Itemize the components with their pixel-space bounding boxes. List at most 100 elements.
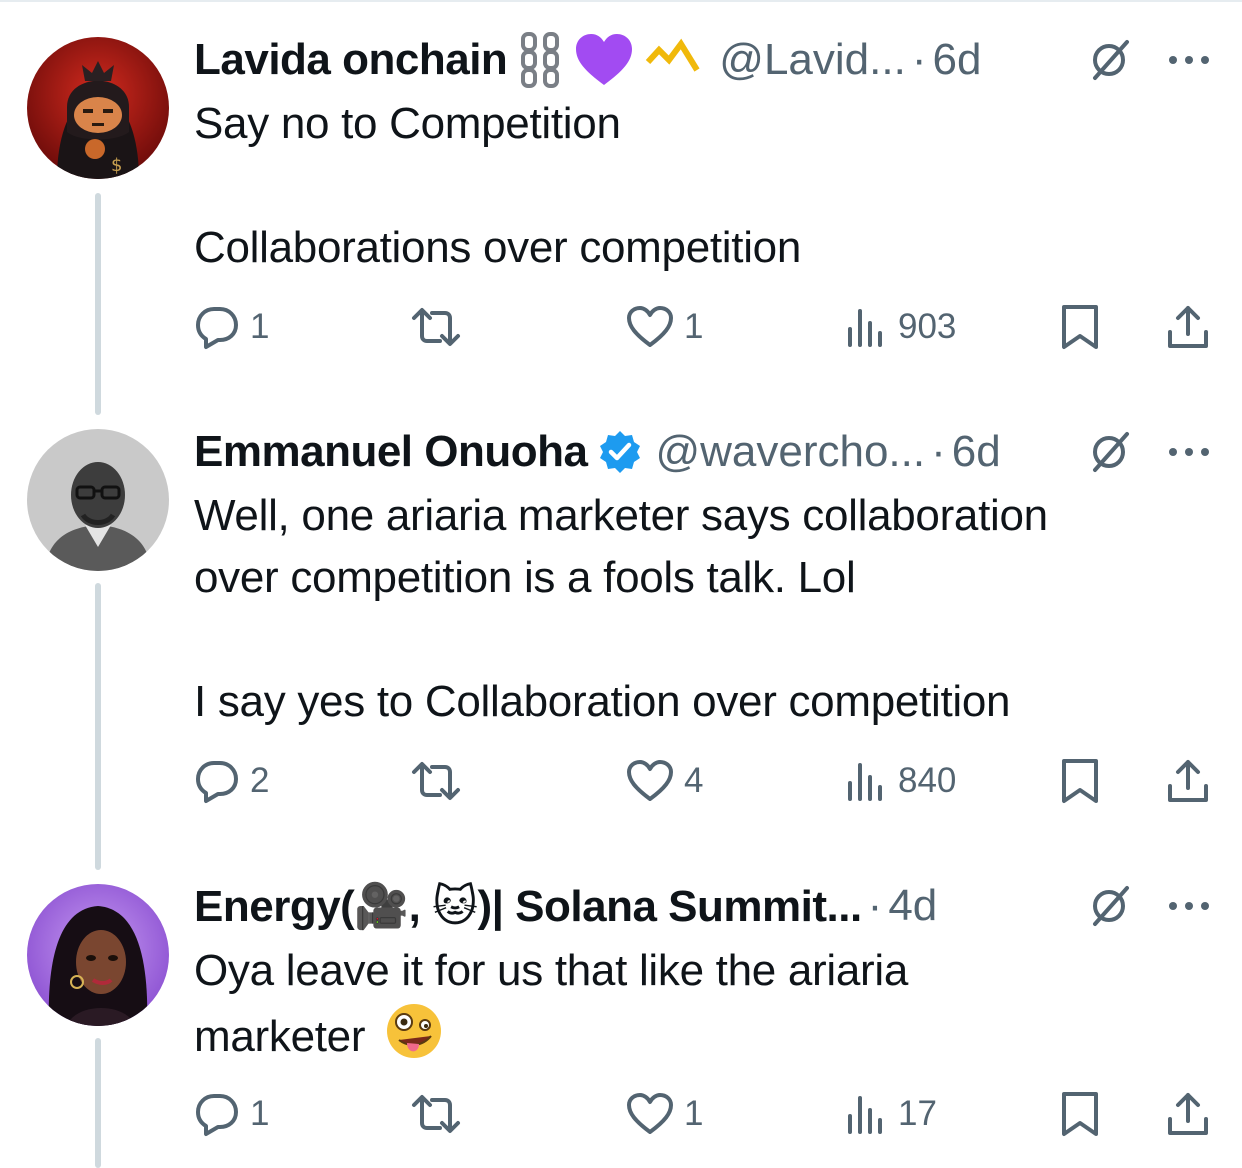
text-line-2: marketer bbox=[194, 1012, 366, 1062]
reply-button[interactable]: 1 bbox=[194, 1086, 269, 1142]
more-icon[interactable] bbox=[1165, 428, 1213, 476]
handle[interactable]: @wavercho... bbox=[655, 427, 925, 477]
purple-heart-emoji bbox=[575, 33, 633, 87]
share-button[interactable] bbox=[1166, 753, 1210, 809]
views-icon bbox=[848, 763, 882, 801]
bookmark-icon bbox=[1062, 305, 1098, 349]
reply-count: 1 bbox=[250, 307, 270, 346]
thread-line bbox=[95, 193, 101, 415]
timestamp[interactable]: 6d bbox=[952, 427, 1001, 477]
avatar-image bbox=[27, 884, 169, 1026]
views-icon bbox=[848, 309, 882, 347]
repost-icon bbox=[412, 762, 460, 800]
like-button[interactable]: 1 bbox=[626, 1086, 703, 1142]
text-line: I say yes to Collaboration over competit… bbox=[194, 677, 1011, 726]
text-line: over competition is a fools talk. Lol bbox=[194, 553, 856, 602]
reply-count: 2 bbox=[250, 761, 270, 800]
views-button[interactable]: 17 bbox=[844, 1086, 937, 1142]
views-button[interactable]: 903 bbox=[844, 299, 956, 355]
display-name[interactable]: Energy(🎥, 🐱)| Solana Summit... bbox=[194, 880, 862, 932]
view-count: 17 bbox=[898, 1094, 937, 1133]
name-prefix: Energy( bbox=[194, 882, 355, 931]
svg-text:$: $ bbox=[111, 155, 122, 176]
action-bar: 1 1 17 bbox=[194, 1086, 1214, 1142]
text-line: Say no to Competition bbox=[194, 99, 621, 148]
tweet-text: Oya leave it for us that like the ariari… bbox=[194, 940, 1202, 1077]
tweet-header: Energy(🎥, 🐱)| Solana Summit... · 4d bbox=[194, 876, 1222, 936]
reply-icon bbox=[196, 1094, 238, 1136]
like-count: 1 bbox=[684, 1094, 704, 1133]
share-icon bbox=[1168, 306, 1208, 348]
views-button[interactable]: 840 bbox=[844, 753, 956, 809]
bookmark-icon bbox=[1062, 1092, 1098, 1136]
avatar-image bbox=[27, 429, 169, 571]
video-camera-emoji: 🎥 bbox=[354, 881, 409, 932]
verified-icon bbox=[597, 429, 643, 475]
bookmark-button[interactable] bbox=[1060, 299, 1100, 355]
separator-dot: · bbox=[931, 427, 946, 476]
handle[interactable]: @Lavid... bbox=[719, 35, 906, 85]
display-name[interactable]: Lavida onchain bbox=[194, 35, 508, 85]
separator-dot: · bbox=[867, 881, 883, 930]
reply-button[interactable]: 1 bbox=[194, 299, 269, 355]
bookmark-button[interactable] bbox=[1060, 753, 1100, 809]
zany-face-emoji bbox=[385, 1002, 443, 1077]
like-count: 4 bbox=[684, 761, 704, 800]
chain-emoji bbox=[519, 32, 563, 88]
avatar-energy[interactable] bbox=[27, 884, 169, 1026]
thread-line bbox=[95, 583, 101, 870]
tweet-text: Well, one ariaria marketer says collabor… bbox=[194, 485, 1202, 733]
text-line: Collaborations over competition bbox=[194, 223, 802, 272]
bookmark-icon bbox=[1062, 759, 1098, 803]
repost-icon bbox=[412, 308, 460, 346]
timestamp[interactable]: 4d bbox=[888, 881, 937, 931]
like-count: 1 bbox=[684, 307, 704, 346]
reply-count: 1 bbox=[250, 1094, 270, 1133]
tweet-2[interactable]: Emmanuel Onuoha @wavercho... · 6d Well, … bbox=[0, 415, 1242, 870]
reply-icon bbox=[196, 761, 238, 803]
share-icon bbox=[1168, 760, 1208, 802]
grok-icon[interactable] bbox=[1085, 36, 1133, 84]
avatar-lavida[interactable]: $ bbox=[27, 37, 169, 179]
like-button[interactable]: 1 bbox=[626, 299, 703, 355]
view-count: 903 bbox=[898, 307, 957, 346]
reply-button[interactable]: 2 bbox=[194, 753, 269, 809]
grok-icon[interactable] bbox=[1085, 428, 1133, 476]
repost-button[interactable] bbox=[410, 1086, 462, 1142]
share-button[interactable] bbox=[1166, 299, 1210, 355]
text-line: marketer bbox=[194, 1002, 1202, 1077]
view-count: 840 bbox=[898, 761, 957, 800]
share-button[interactable] bbox=[1166, 1086, 1210, 1142]
avatar-image: $ bbox=[27, 37, 169, 179]
bookmark-button[interactable] bbox=[1060, 1086, 1100, 1142]
tweet-header: Emmanuel Onuoha @wavercho... · 6d bbox=[194, 422, 1222, 482]
timestamp[interactable]: 6d bbox=[932, 35, 981, 85]
tweet-1[interactable]: $ Lavida onchain @Lavid... · 6d Say no t… bbox=[0, 0, 1242, 415]
views-icon bbox=[848, 1096, 882, 1134]
name-comma: , bbox=[408, 882, 421, 931]
tweet-3[interactable]: Energy(🎥, 🐱)| Solana Summit... · 4d Oya … bbox=[0, 870, 1242, 1168]
thread-line bbox=[95, 1038, 101, 1168]
grok-icon[interactable] bbox=[1085, 882, 1133, 930]
share-icon bbox=[1168, 1093, 1208, 1135]
more-icon[interactable] bbox=[1165, 36, 1213, 84]
more-icon[interactable] bbox=[1165, 882, 1213, 930]
repost-button[interactable] bbox=[410, 753, 462, 809]
avatar-emmanuel[interactable] bbox=[27, 429, 169, 571]
cat-emoji: 🐱 bbox=[432, 881, 478, 932]
display-name[interactable]: Emmanuel Onuoha bbox=[194, 427, 588, 477]
action-bar: 1 1 903 bbox=[194, 299, 1214, 355]
heart-icon bbox=[627, 1093, 673, 1134]
text-line: Oya leave it for us that like the ariari… bbox=[194, 946, 909, 995]
tweet-text: Say no to Competition Collaborations ove… bbox=[194, 93, 1202, 279]
like-button[interactable]: 4 bbox=[626, 753, 703, 809]
tweet-header: Lavida onchain @Lavid... · 6d bbox=[194, 30, 1222, 90]
repost-icon bbox=[412, 1095, 460, 1133]
separator-dot: · bbox=[911, 35, 927, 84]
heart-icon bbox=[627, 760, 673, 801]
yellow-check-emoji bbox=[645, 38, 701, 82]
heart-icon bbox=[627, 306, 673, 347]
action-bar: 2 4 840 bbox=[194, 753, 1214, 809]
text-line: Well, one ariaria marketer says collabor… bbox=[194, 491, 1048, 540]
repost-button[interactable] bbox=[410, 299, 462, 355]
